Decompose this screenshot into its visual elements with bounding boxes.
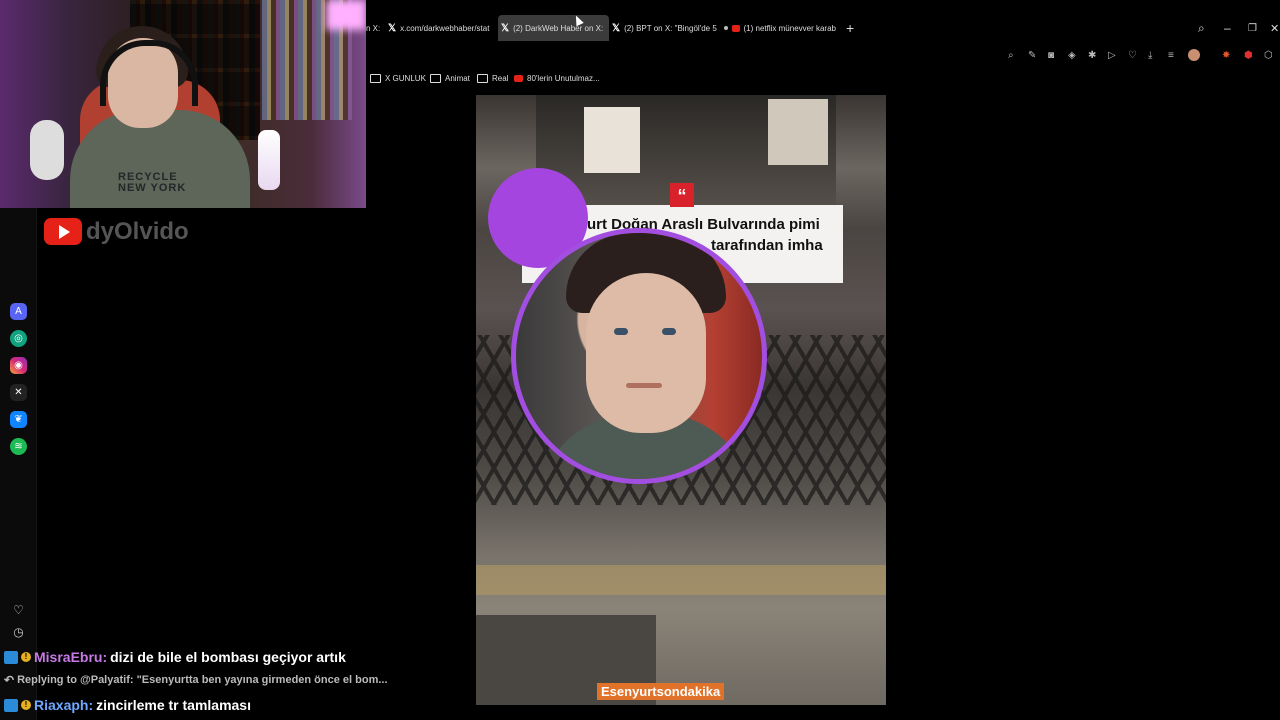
search-icon[interactable]: ⌕ [1198,15,1205,41]
folder-icon [370,74,381,83]
quote-icon: “ [670,183,694,207]
restore-icon[interactable]: ❐ [1248,15,1257,41]
youtube-logo-icon [44,218,82,245]
app-icon[interactable]: A [10,303,27,320]
chat-reply: ↶ Replying to @Palyatif: "Esenyurtta ben… [4,673,388,687]
bookmark-folder[interactable]: Animat [430,74,470,83]
camera-icon[interactable]: ◙ [1048,50,1054,61]
reply-arrow-icon: ↶ [4,673,15,687]
play-icon[interactable]: ▷ [1108,50,1116,61]
channel-name: dyOlvido [86,218,189,245]
chat-text: zincirleme tr tamlaması [96,697,251,713]
folder-icon [477,74,488,83]
box-icon[interactable]: ⬡ [1264,50,1273,61]
browser-toolbar: ⌕ ✎ ◙ ◈ ✱ ▷ ♡ ⤓ ≡ ✸ ⬢ ⬡ [366,42,1280,70]
tab[interactable]: n X: [366,15,384,41]
bookmark-folder[interactable]: Real [477,74,508,83]
video-caption: Esenyurtsondakika [597,683,725,700]
x-logo-icon: 𝕏 [612,22,621,34]
subscriber-badge-icon [4,650,18,664]
tab-active[interactable]: 𝕏 (2) DarkWeb Haber on X: [498,15,609,41]
youtube-icon [514,75,523,82]
chat-message: ! MisraEbru: dizi de bile el bombası geç… [4,649,346,665]
bookmark-link[interactable]: 80'lerin Unutulmaz... [514,74,600,83]
x-logo-icon[interactable]: ✕ [10,384,27,401]
bookmark-folder[interactable]: X GUNLUK [370,74,426,83]
close-icon[interactable]: ✕ [1270,15,1279,41]
facecam-circle [511,228,767,484]
chat-message: ! Riaxaph: zincirleme tr tamlaması [4,697,251,713]
shield-icon[interactable]: ◈ [1068,50,1076,61]
folder-icon [430,74,441,83]
shirt-text: RECYCLE NEW YORK [118,171,187,194]
heart-icon[interactable]: ♡ [1128,50,1137,61]
download-icon[interactable]: ⤓ [1148,50,1152,61]
chatgpt-icon[interactable]: ◎ [10,330,27,347]
subscriber-badge-icon [4,698,18,712]
profile-avatar[interactable] [1188,49,1200,61]
extension-icon[interactable]: ✸ [1222,50,1230,61]
microphone-icon [258,130,280,190]
spotify-icon[interactable]: ≋ [10,438,27,455]
youtube-icon [731,24,740,32]
news-headline-line: tarafından imha [711,237,823,254]
gold-badge-icon: ! [21,700,31,710]
shield-icon[interactable]: ⬢ [1244,50,1253,61]
heart-icon[interactable]: ♡ [10,601,27,618]
bookmarks-bar: X GUNLUK Animat Real 80'lerin Unutulmaz.… [366,72,1280,90]
chat-username[interactable]: MisraEbru: [34,649,107,665]
reply-context[interactable]: Replying to @Palyatif: "Esenyurtta ben y… [17,674,387,686]
tab[interactable]: 𝕏x.com/darkwebhaber/stat [388,15,496,41]
bluesky-icon[interactable]: ❦ [10,411,27,428]
chat-username[interactable]: Riaxaph: [34,697,93,713]
tab[interactable]: 𝕏 (2) BPT on X: "Bingöl'de 5 [612,15,722,41]
minimize-icon[interactable]: – [1224,15,1231,41]
edit-icon[interactable]: ✎ [1028,50,1036,61]
webcam-feed: RECYCLE NEW YORK [0,0,366,208]
chat-text: dizi de bile el bombası geçiyor artık [110,649,346,665]
x-logo-icon: 𝕏 [388,22,397,34]
social-sidebar: A ◎ ◉ ✕ ❦ ≋ ♡ ◷ [0,208,37,720]
tab[interactable]: (1) netflix münevver karab [724,15,836,41]
new-tab-button[interactable]: + [846,15,860,41]
audio-dot-icon [724,26,728,30]
gold-badge-icon: ! [21,652,31,662]
x-logo-icon: 𝕏 [501,22,510,34]
browser-tab-bar: n X: 𝕏x.com/darkwebhaber/stat 𝕏 (2) DarkW… [366,15,1280,41]
extension-icon[interactable]: ✱ [1088,50,1096,61]
menu-icon[interactable]: ≡ [1168,50,1174,61]
zoom-icon[interactable]: ⌕ [1008,50,1014,61]
instagram-icon[interactable]: ◉ [10,357,27,374]
clock-icon[interactable]: ◷ [10,623,27,640]
